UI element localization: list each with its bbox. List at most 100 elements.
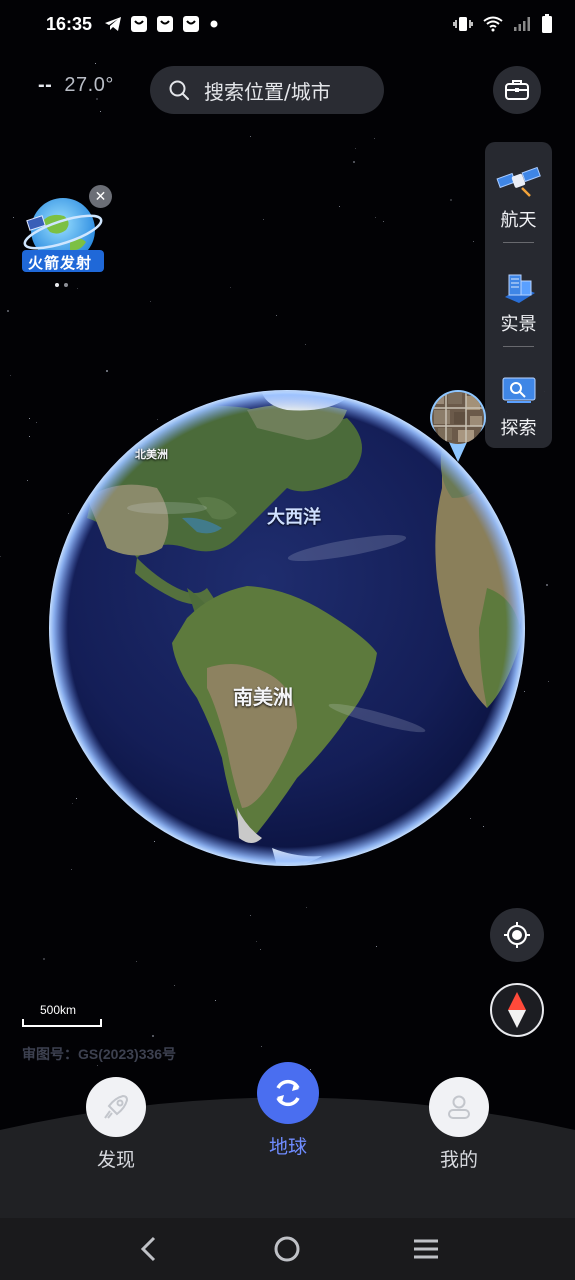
search-placeholder: 搜索位置/城市 [204,79,331,104]
nav-label: 地球 [268,1136,307,1158]
location-preview-pin[interactable] [428,388,488,462]
shopping-bag-icon [130,15,148,33]
star [261,1046,262,1047]
battery-icon [541,14,553,34]
bottom-navigation: 发现 地球 我的 [0,1062,575,1220]
compass-icon [506,990,528,1030]
star [374,138,375,139]
star [7,310,9,312]
star [13,217,14,218]
satellite-icon [495,162,542,202]
star [0,556,1,557]
notification-icons [104,15,220,33]
side-item-aerospace[interactable]: 航天 [485,142,552,242]
nav-label: 发现 [96,1149,135,1171]
star [215,1000,216,1001]
star [256,941,257,942]
star [97,1065,98,1066]
back-button[interactable] [129,1229,169,1269]
page-dot-active [55,283,59,287]
star [376,946,377,947]
system-status-icons [453,14,553,34]
star [473,241,474,242]
badge-pagination [55,283,68,287]
star [174,985,175,986]
status-time: 16:35 [46,13,93,34]
home-circle-icon [273,1235,301,1263]
star [71,869,72,870]
dot-icon [208,18,220,30]
star [353,161,355,163]
menu-lines-icon [412,1238,440,1260]
star [100,111,101,112]
star [96,98,98,100]
star [260,949,261,950]
nav-item-mine[interactable]: 我的 [429,1077,489,1172]
close-badge-button[interactable]: ✕ [89,185,112,208]
star [306,907,307,908]
toolbox-button[interactable] [493,66,541,114]
weather-icon-placeholder: -- [38,74,53,96]
shopping-bag-icon [182,15,200,33]
star [150,301,151,302]
star [95,63,96,64]
nav-item-earth[interactable]: 地球 [257,1062,319,1159]
map-scale-bar: 500km [22,1003,102,1027]
earth-app-screen: 16:35 -- 27.0° 搜索位置/城市 航天 实景 探索 火箭发射 ✕ 北… [0,0,575,1280]
star [250,915,251,916]
star [339,206,340,207]
refresh-icon [271,1076,305,1110]
page-dot [64,283,68,287]
star [250,136,251,137]
star [305,344,306,345]
map-review-number: 审图号：GS(2023)336号 [22,1046,177,1062]
side-item-label: 实景 [500,314,537,335]
back-arrow-icon [139,1236,159,1262]
star [355,148,356,149]
star [36,422,37,423]
nav-icon-circle-active [257,1062,319,1124]
search-input[interactable]: 搜索位置/城市 [150,66,384,114]
label-south-america: 南美洲 [233,685,293,709]
status-bar: 16:35 [0,0,575,48]
scale-bar-line [22,1019,102,1027]
home-button[interactable] [267,1229,307,1269]
side-item-label: 航天 [500,210,537,231]
star [136,961,137,962]
star [546,584,548,586]
city-blocks-icon [496,266,542,306]
temperature-readout: -- 27.0° [38,74,114,97]
star [548,681,549,682]
user-icon [444,1092,474,1122]
nav-icon-circle [86,1077,146,1137]
nav-item-discover[interactable]: 发现 [86,1077,146,1172]
star [27,480,28,481]
temperature-value: 27.0° [64,74,114,96]
system-navigation-bar [0,1218,575,1280]
nav-label: 我的 [439,1149,478,1171]
label-north-america: 北美洲 [135,448,168,461]
close-icon: ✕ [94,188,107,205]
star [383,221,384,222]
compass-button[interactable] [490,983,544,1037]
star [77,288,78,289]
star [106,370,108,372]
toolbox-icon [504,78,530,102]
star [230,287,231,288]
search-icon [168,79,190,101]
side-item-live-view[interactable]: 实景 [485,246,552,346]
rocket-badge-label: 火箭发射 [28,254,93,272]
star [29,418,30,419]
star [10,375,11,376]
signal-icon [513,16,531,32]
star [375,217,376,218]
locate-me-button[interactable] [490,908,544,962]
recents-button[interactable] [406,1229,446,1269]
divider [503,242,534,243]
vibrate-icon [453,16,473,32]
rocket-icon [101,1092,131,1122]
star [276,315,277,316]
star [450,199,452,201]
star [263,219,264,220]
map-pin-icon [430,390,486,462]
